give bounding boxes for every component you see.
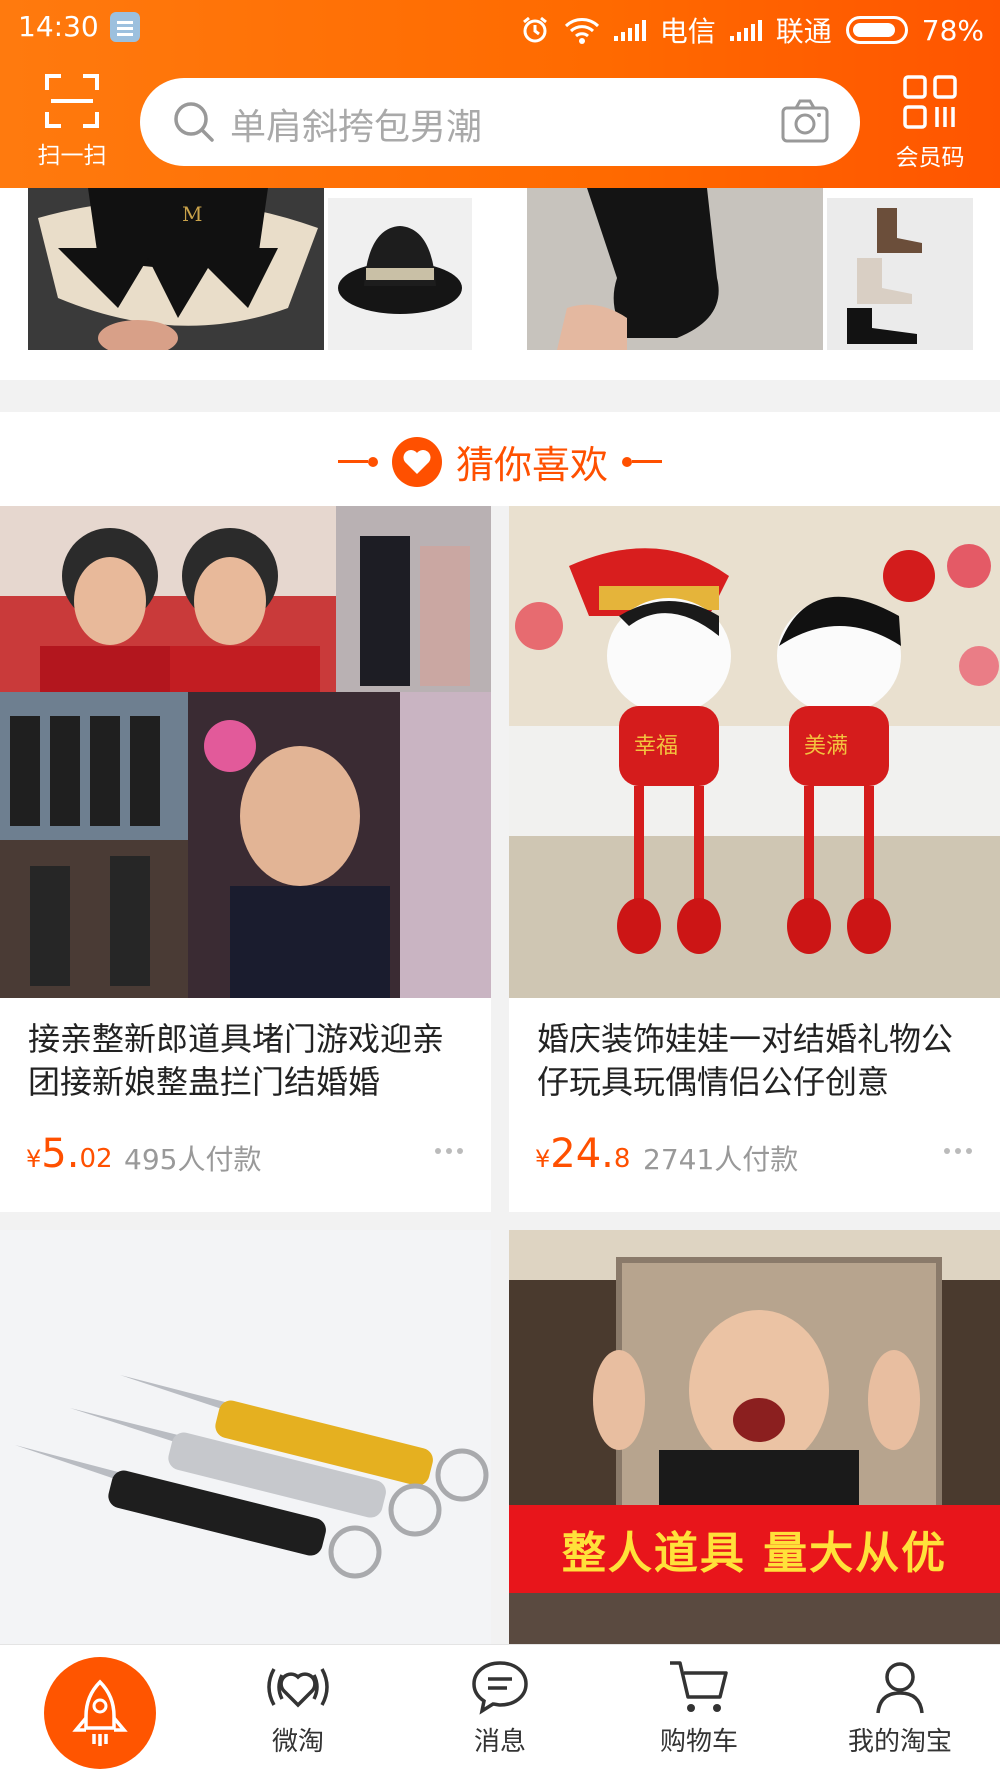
- status-right: 电信 联通 78%: [520, 10, 984, 50]
- tab-home[interactable]: [44, 1657, 156, 1769]
- carrier-2: 联通: [775, 15, 832, 48]
- battery-icon: [845, 16, 908, 44]
- product-image: [0, 1230, 491, 1644]
- scan-label: 扫一扫: [37, 143, 107, 169]
- tab-weitao[interactable]: 微淘: [233, 1657, 363, 1777]
- alarm-icon: [522, 16, 547, 43]
- top-product-row: M: [0, 188, 1000, 380]
- decor-line-right: [622, 456, 662, 467]
- tab-mine-label: 我的淘宝: [847, 1727, 952, 1757]
- product-sold-count: 2741人付款: [643, 1143, 799, 1176]
- promo-banner-text: 整人道具 量大从优: [561, 1528, 948, 1579]
- bottom-tab-bar: 微淘 消息 购物车 我的淘宝: [0, 1644, 1000, 1778]
- taobao-home: 14:30 电信 联通 78% 扫一扫 单肩斜挎包男潮 会员码 M 猜你喜欢 接…: [0, 0, 1000, 1778]
- hat-image-large[interactable]: M: [28, 188, 324, 350]
- cart-icon: [670, 1661, 728, 1712]
- tab-cart-label: 购物车: [659, 1727, 738, 1757]
- product-title: 接亲整新郎道具堵门游戏迎亲团接新娘整蛊拦门结婚婚: [28, 1020, 445, 1101]
- hat-logo: M: [182, 202, 203, 226]
- hat-image-small[interactable]: [328, 198, 472, 350]
- tab-mine[interactable]: 我的淘宝: [835, 1657, 965, 1777]
- camera-icon[interactable]: [780, 98, 830, 144]
- doll-badge-left: 幸福: [634, 734, 679, 759]
- user-icon: [876, 1662, 924, 1714]
- tab-messages-label: 消息: [473, 1727, 526, 1757]
- status-bar: 14:30 电信 联通 78%: [0, 0, 1000, 56]
- product-card[interactable]: 整人道具 量大从优: [509, 1230, 1000, 1644]
- message-bubble-icon: [472, 1661, 528, 1715]
- header: 14:30 电信 联通 78% 扫一扫 单肩斜挎包男潮 会员码: [0, 0, 1000, 188]
- boot-image-large[interactable]: [527, 188, 823, 350]
- signal-icon: [613, 19, 646, 41]
- search-placeholder: 单肩斜挎包男潮: [230, 107, 483, 148]
- scan-icon: [45, 74, 99, 128]
- decor-line-left: [337, 456, 378, 467]
- notification-app-icon: [110, 12, 140, 42]
- product-sold-count: 495人付款: [124, 1143, 262, 1176]
- guess-you-like-title: 猜你喜欢: [455, 443, 608, 487]
- wifi-icon: [564, 18, 599, 44]
- promo-banner: 整人道具 量大从优: [509, 1505, 1000, 1593]
- product-title: 婚庆装饰娃娃一对结婚礼物公仔玩具玩偶情侣公仔创意: [537, 1020, 954, 1101]
- heart-icon: [391, 436, 442, 487]
- status-time: 14:30: [18, 10, 99, 43]
- product-card[interactable]: 接亲整新郎道具堵门游戏迎亲团接新娘整蛊拦门结婚婚 ¥ 5. 02 495人付款: [0, 506, 491, 1212]
- search-input[interactable]: 单肩斜挎包男潮: [140, 78, 860, 166]
- section-divider: [0, 380, 1000, 412]
- qr-code-icon: [903, 75, 957, 129]
- weitao-heart-icon: [267, 1668, 329, 1708]
- carrier-1: 电信: [659, 15, 716, 48]
- member-code-button[interactable]: 会员码: [880, 74, 980, 174]
- doll-badge-right: 美满: [804, 734, 849, 759]
- tab-cart[interactable]: 购物车: [634, 1657, 764, 1777]
- tab-messages[interactable]: 消息: [435, 1657, 565, 1777]
- scan-button[interactable]: 扫一扫: [22, 74, 122, 174]
- product-image: 幸福 美满: [509, 506, 1000, 998]
- product-image: [0, 506, 491, 998]
- product-card[interactable]: [0, 1230, 491, 1644]
- product-image: 整人道具 量大从优: [509, 1230, 1000, 1644]
- search-icon: [174, 102, 214, 142]
- more-options-icon[interactable]: [944, 1148, 972, 1154]
- tab-weitao-label: 微淘: [271, 1727, 324, 1757]
- member-code-label: 会员码: [895, 145, 965, 171]
- guess-you-like-header: 猜你喜欢: [0, 412, 1000, 506]
- rocket-icon: [72, 1679, 128, 1746]
- signal-icon: [729, 19, 762, 41]
- boot-image-small[interactable]: [827, 198, 973, 350]
- product-price: ¥ 24. 8: [535, 1131, 631, 1177]
- product-price: ¥ 5. 02: [26, 1131, 113, 1177]
- battery-level: 78%: [921, 13, 984, 47]
- product-card[interactable]: 幸福 美满 婚庆装饰娃娃一对结婚礼物公仔玩具玩偶情侣公仔创意 ¥ 24. 8 2…: [509, 506, 1000, 1212]
- more-options-icon[interactable]: [435, 1148, 463, 1154]
